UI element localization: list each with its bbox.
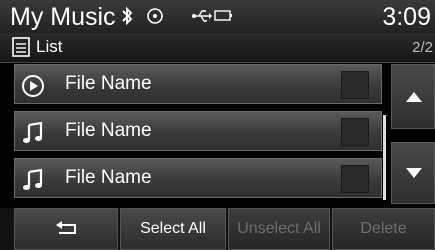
back-button[interactable] — [14, 208, 118, 250]
bluetooth-icon — [120, 6, 134, 31]
scroll-up-button[interactable] — [391, 64, 435, 129]
page-indicator: 2/2 — [412, 39, 433, 56]
music-note-icon — [21, 168, 45, 197]
select-checkbox[interactable] — [341, 71, 369, 99]
disc-icon — [146, 6, 164, 31]
arrow-down-icon — [406, 168, 422, 178]
bottom-toolbar: Select All Unselect All Delete — [0, 208, 435, 250]
list-icon — [12, 37, 30, 62]
unselect-all-button[interactable]: Unselect All — [228, 208, 330, 250]
file-name: File Name — [65, 167, 152, 188]
battery-icon — [214, 9, 234, 28]
select-checkbox[interactable] — [341, 118, 369, 146]
list-item[interactable]: File Name — [14, 111, 382, 151]
clock: 3:09 — [382, 3, 431, 31]
scroll-down-button[interactable] — [391, 142, 435, 204]
file-list: File Name File Name File Name — [14, 64, 382, 204]
file-name: File Name — [65, 73, 152, 94]
arrow-up-icon — [406, 92, 422, 102]
usb-icon — [191, 8, 213, 29]
list-label: List — [36, 37, 63, 56]
list-item[interactable]: File Name — [14, 158, 382, 198]
scrollbar[interactable] — [383, 115, 386, 200]
file-name: File Name — [65, 120, 152, 141]
list-header: List 2/2 — [0, 33, 435, 63]
list-item[interactable]: File Name — [14, 64, 382, 104]
back-arrow-icon — [56, 221, 76, 234]
music-note-icon — [21, 121, 45, 150]
status-bar: My Music 3:09 — [0, 0, 435, 33]
page-title: My Music — [10, 3, 116, 31]
select-checkbox[interactable] — [341, 165, 369, 193]
play-circle-icon — [21, 74, 45, 103]
select-all-button[interactable]: Select All — [120, 208, 226, 250]
delete-button[interactable]: Delete — [332, 208, 435, 250]
